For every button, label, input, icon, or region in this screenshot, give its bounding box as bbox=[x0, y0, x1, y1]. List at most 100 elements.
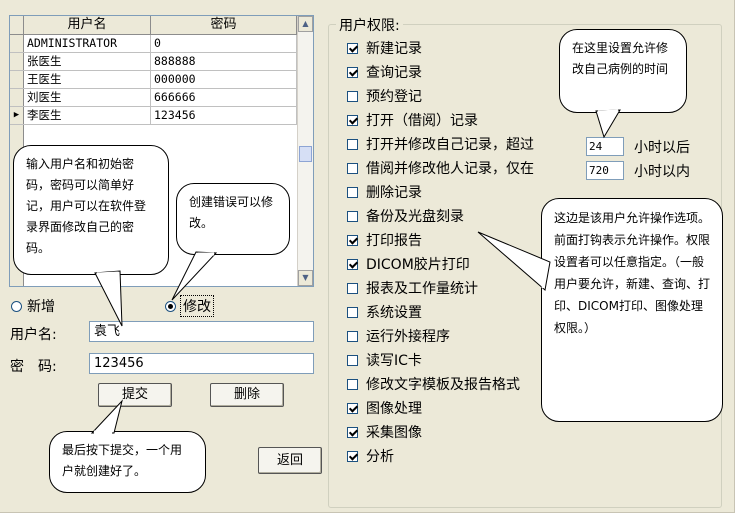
own-edit-hours-input[interactable]: 24 bbox=[586, 137, 624, 156]
back-button[interactable]: 返回 bbox=[258, 447, 322, 474]
checkbox-unchecked[interactable] bbox=[347, 330, 358, 342]
cell-password[interactable]: 123456 bbox=[151, 107, 297, 124]
vertical-scrollbar[interactable]: ▲ ▼ bbox=[297, 16, 313, 286]
user-table-header: 用户名 密码 bbox=[10, 16, 297, 35]
permission-label: 分析 bbox=[366, 449, 394, 465]
row-selector[interactable] bbox=[10, 89, 24, 106]
permission-label: 打开（借阅）记录 bbox=[366, 113, 478, 129]
cell-username[interactable]: 刘医生 bbox=[24, 89, 151, 106]
checkbox-checked[interactable] bbox=[347, 402, 358, 414]
checkbox-unchecked[interactable] bbox=[347, 186, 358, 198]
permission-label: 图像处理 bbox=[366, 401, 422, 417]
permission-item[interactable]: 借阅并修改他人记录，仅在 bbox=[347, 158, 534, 178]
permission-item[interactable]: 运行外接程序 bbox=[347, 326, 450, 346]
checkbox-unchecked[interactable] bbox=[347, 210, 358, 222]
row-selector[interactable] bbox=[10, 35, 24, 52]
delete-button[interactable]: 删除 bbox=[210, 383, 284, 407]
submit-button[interactable]: 提交 bbox=[98, 383, 172, 407]
permission-item[interactable]: 查询记录 bbox=[347, 62, 422, 82]
cell-password[interactable]: 888888 bbox=[151, 53, 297, 70]
checkbox-checked[interactable] bbox=[347, 114, 358, 126]
password-label: 密 码: bbox=[10, 359, 57, 375]
permission-label: 新建记录 bbox=[366, 41, 422, 57]
column-header-password[interactable]: 密码 bbox=[151, 16, 297, 34]
permission-item[interactable]: 分析 bbox=[347, 446, 394, 466]
permission-label: 运行外接程序 bbox=[366, 329, 450, 345]
callout-edit-hint: 创建错误可以修改。 bbox=[176, 183, 290, 255]
table-row[interactable]: ▶ 李医生 123456 bbox=[10, 107, 297, 125]
mode-add-option[interactable]: 新增 bbox=[11, 296, 55, 316]
radio-edit[interactable] bbox=[165, 300, 176, 312]
cell-password[interactable]: 0 bbox=[151, 35, 297, 52]
cell-password[interactable]: 000000 bbox=[151, 71, 297, 88]
permissions-title: 用户权限: bbox=[336, 15, 403, 35]
checkbox-checked[interactable] bbox=[347, 258, 358, 270]
permission-label: 打印报告 bbox=[366, 233, 422, 249]
table-row[interactable]: 王医生 000000 bbox=[10, 71, 297, 89]
other-edit-hours-input[interactable]: 720 bbox=[586, 161, 624, 180]
permission-item[interactable]: 系统设置 bbox=[347, 302, 422, 322]
checkbox-unchecked[interactable] bbox=[347, 354, 358, 366]
current-row-indicator-icon[interactable]: ▶ bbox=[10, 107, 24, 124]
table-row[interactable]: 刘医生 666666 bbox=[10, 89, 297, 107]
table-row[interactable]: 张医生 888888 bbox=[10, 53, 297, 71]
permission-item[interactable]: DICOM胶片打印 bbox=[347, 254, 470, 274]
permission-item[interactable]: 打开并修改自己记录，超过 bbox=[347, 134, 534, 154]
permission-item[interactable]: 采集图像 bbox=[347, 422, 422, 442]
column-header-username[interactable]: 用户名 bbox=[24, 16, 151, 34]
checkbox-unchecked[interactable] bbox=[347, 306, 358, 318]
permission-label: 报表及工作量统计 bbox=[366, 281, 478, 297]
checkbox-unchecked[interactable] bbox=[347, 162, 358, 174]
cell-username[interactable]: ADMINISTRATOR bbox=[24, 35, 151, 52]
permission-label: 借阅并修改他人记录，仅在 bbox=[366, 161, 534, 177]
checkbox-checked[interactable] bbox=[347, 450, 358, 462]
checkbox-unchecked[interactable] bbox=[347, 138, 358, 150]
checkbox-unchecked[interactable] bbox=[347, 282, 358, 294]
permission-label: 预约登记 bbox=[366, 89, 422, 105]
permission-label: 删除记录 bbox=[366, 185, 422, 201]
scroll-up-button[interactable]: ▲ bbox=[298, 16, 313, 32]
permission-item[interactable]: 报表及工作量统计 bbox=[347, 278, 478, 298]
permission-item[interactable]: 备份及光盘刻录 bbox=[347, 206, 464, 226]
checkbox-unchecked[interactable] bbox=[347, 378, 358, 390]
permission-item[interactable]: 删除记录 bbox=[347, 182, 422, 202]
cell-username[interactable]: 李医生 bbox=[24, 107, 151, 124]
username-input[interactable]: 袁飞 bbox=[89, 321, 314, 342]
row-selector[interactable] bbox=[10, 71, 24, 88]
permission-item[interactable]: 图像处理 bbox=[347, 398, 422, 418]
checkbox-checked[interactable] bbox=[347, 234, 358, 246]
table-row[interactable]: ADMINISTRATOR 0 bbox=[10, 35, 297, 53]
cell-password[interactable]: 666666 bbox=[151, 89, 297, 106]
mode-edit-label: 修改 bbox=[180, 295, 214, 317]
checkbox-checked[interactable] bbox=[347, 66, 358, 78]
mode-edit-option[interactable]: 修改 bbox=[165, 295, 214, 317]
permission-label: 打开并修改自己记录，超过 bbox=[366, 137, 534, 153]
checkbox-checked[interactable] bbox=[347, 426, 358, 438]
cell-username[interactable]: 王医生 bbox=[24, 71, 151, 88]
user-table-body: ADMINISTRATOR 0 张医生 888888 王医生 000000 刘医生 66666… bbox=[10, 35, 297, 125]
permission-item[interactable]: 读写IC卡 bbox=[347, 350, 422, 370]
checkbox-unchecked[interactable] bbox=[347, 90, 358, 102]
scroll-thumb[interactable] bbox=[299, 146, 312, 162]
own-edit-hours-unit: 小时以后 bbox=[634, 140, 690, 156]
password-input[interactable]: 123456 bbox=[89, 353, 314, 374]
permission-item[interactable]: 修改文字模板及报告格式 bbox=[347, 374, 520, 394]
mode-add-label: 新增 bbox=[27, 299, 55, 315]
permission-item[interactable]: 打印报告 bbox=[347, 230, 422, 250]
callout-submit-hint: 最后按下提交，一个用户就创建好了。 bbox=[49, 431, 206, 493]
username-label: 用户名: bbox=[10, 327, 57, 343]
callout-input-hint: 输入用户名和初始密码，密码可以简单好记，用户可以在软件登录界面修改自己的密码。 bbox=[13, 145, 169, 275]
radio-add[interactable] bbox=[11, 300, 22, 312]
permission-item[interactable]: 新建记录 bbox=[347, 38, 422, 58]
cell-username[interactable]: 张医生 bbox=[24, 53, 151, 70]
row-selector[interactable] bbox=[10, 53, 24, 70]
user-management-dialog: 用户名 密码 ADMINISTRATOR 0 张医生 888888 王医生 000000 刘… bbox=[0, 0, 735, 513]
callout-permission-hint: 这边是该用户允许操作选项。前面打钩表示允许操作。权限设置者可以任意指定。（一般用… bbox=[541, 198, 723, 422]
permission-item[interactable]: 预约登记 bbox=[347, 86, 422, 106]
row-selector-header bbox=[10, 16, 24, 34]
scroll-down-button[interactable]: ▼ bbox=[298, 270, 313, 286]
permission-label: 查询记录 bbox=[366, 65, 422, 81]
permission-item[interactable]: 打开（借阅）记录 bbox=[347, 110, 478, 130]
permission-label: 备份及光盘刻录 bbox=[366, 209, 464, 225]
checkbox-checked[interactable] bbox=[347, 42, 358, 54]
